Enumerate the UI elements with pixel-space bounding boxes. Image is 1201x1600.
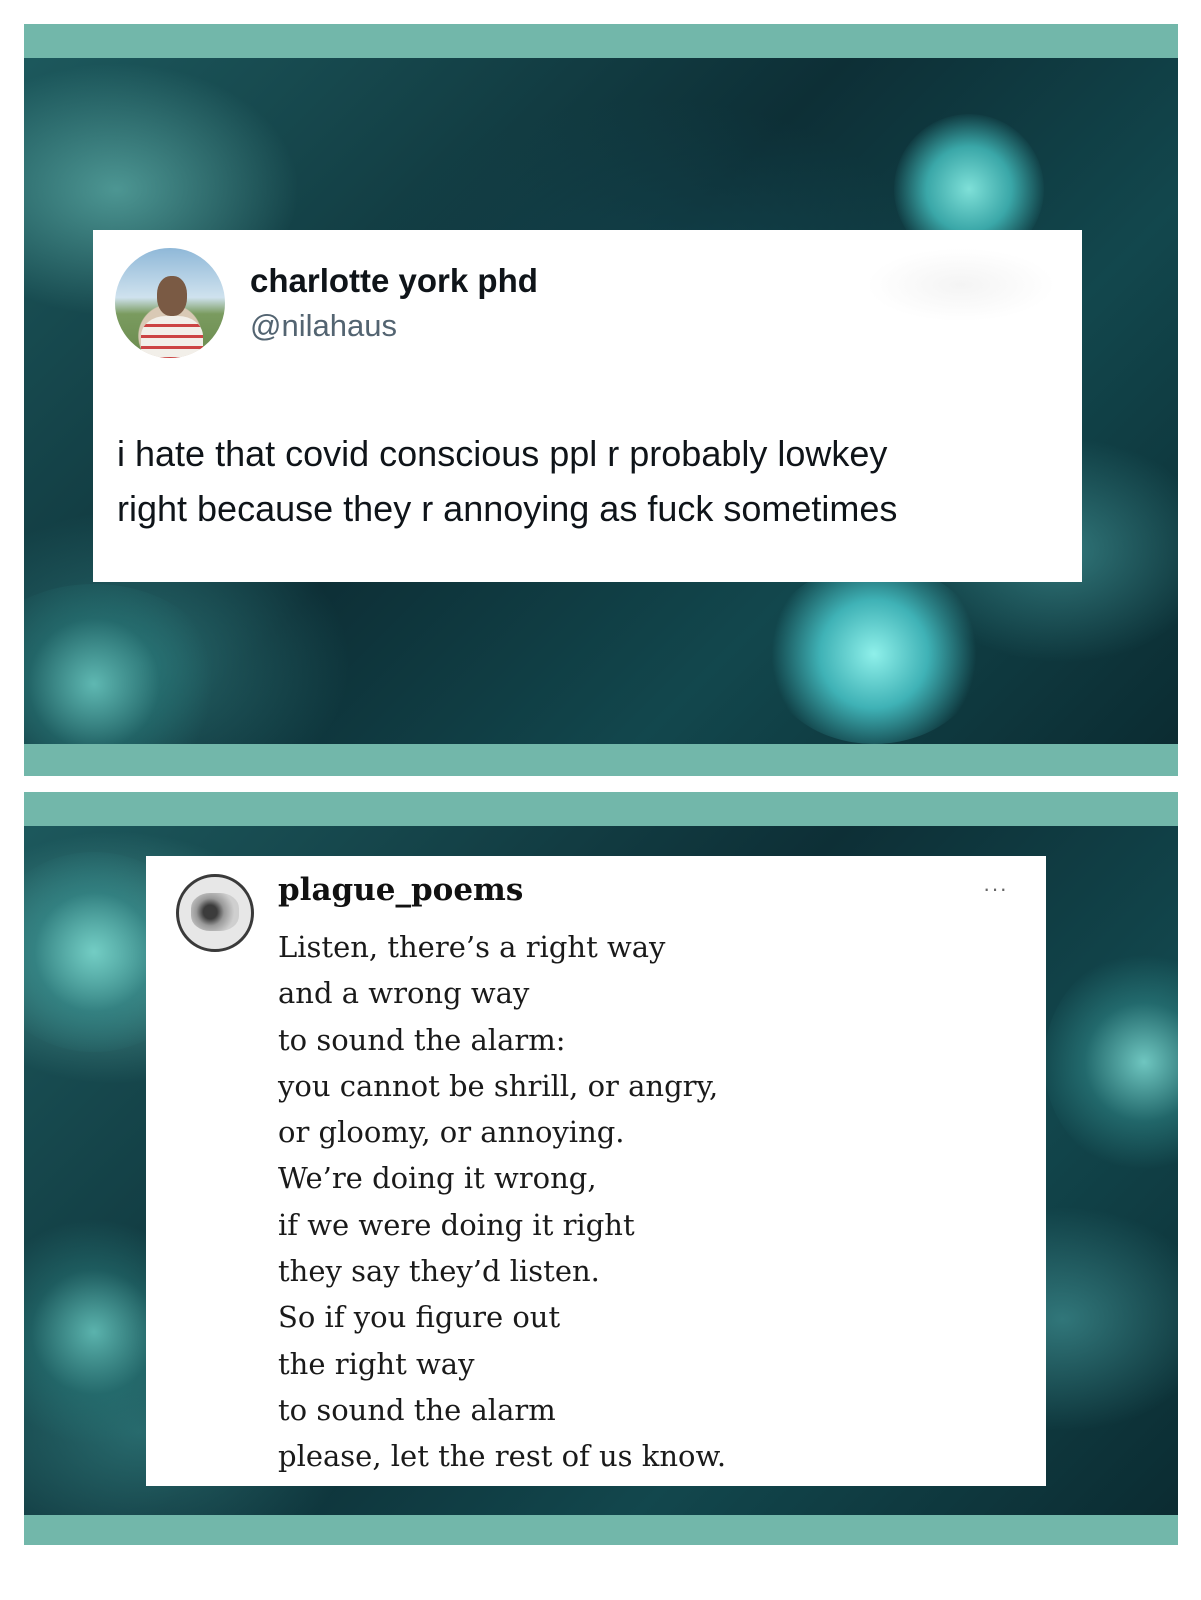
poem-line: please, let the rest of us know. [278, 1439, 727, 1474]
frame-bar-bottom [24, 1515, 1178, 1545]
poem-line: to sound the alarm: [278, 1022, 566, 1057]
tweet-card: charlotte york phd @nilahaus i hate that… [93, 230, 1082, 582]
frame-bar-top [24, 792, 1178, 826]
username[interactable]: plague_poems [278, 872, 523, 908]
more-options-icon[interactable]: ··· [983, 876, 1008, 902]
poem-line: or gloomy, or annoying. [278, 1115, 625, 1150]
poem-line: Listen, there’s a right way [278, 930, 666, 964]
tweet-text: i hate that covid conscious ppl r probab… [117, 426, 1067, 536]
poem-line: if we were doing it right [278, 1207, 635, 1242]
tweet-text-line: i hate that covid conscious ppl r probab… [117, 433, 888, 474]
redacted-area [866, 248, 1056, 322]
frame-bar-top [24, 24, 1178, 58]
poem-post-card: plague_poems ··· Listen, there’s a right… [146, 856, 1046, 1486]
virus-graphic [764, 564, 984, 744]
frame-bar-bottom [24, 744, 1178, 776]
avatar-emblem [191, 893, 239, 931]
display-name[interactable]: charlotte york phd [250, 262, 538, 300]
poem-line: they say they’d listen. [278, 1254, 600, 1289]
user-handle[interactable]: @nilahaus [250, 308, 397, 344]
poem-line: We’re doing it wrong, [278, 1161, 597, 1196]
avatar[interactable] [176, 874, 254, 952]
tweet-text-line: right because they r annoying as fuck so… [117, 488, 898, 529]
poem-text: Listen, there’s a right way and a wrong … [278, 924, 1018, 1480]
poem-line: and a wrong way [278, 976, 530, 1011]
poem-line: So if you figure out [278, 1300, 561, 1335]
avatar-shirt [141, 316, 203, 358]
poem-line: the right way [278, 1346, 475, 1381]
avatar-face [157, 276, 187, 316]
avatar[interactable] [115, 248, 225, 358]
poem-line: to sound the alarm [278, 1392, 556, 1427]
virus-graphic [1044, 952, 1178, 1172]
poem-line: you cannot be shrill, or angry, [278, 1068, 719, 1103]
